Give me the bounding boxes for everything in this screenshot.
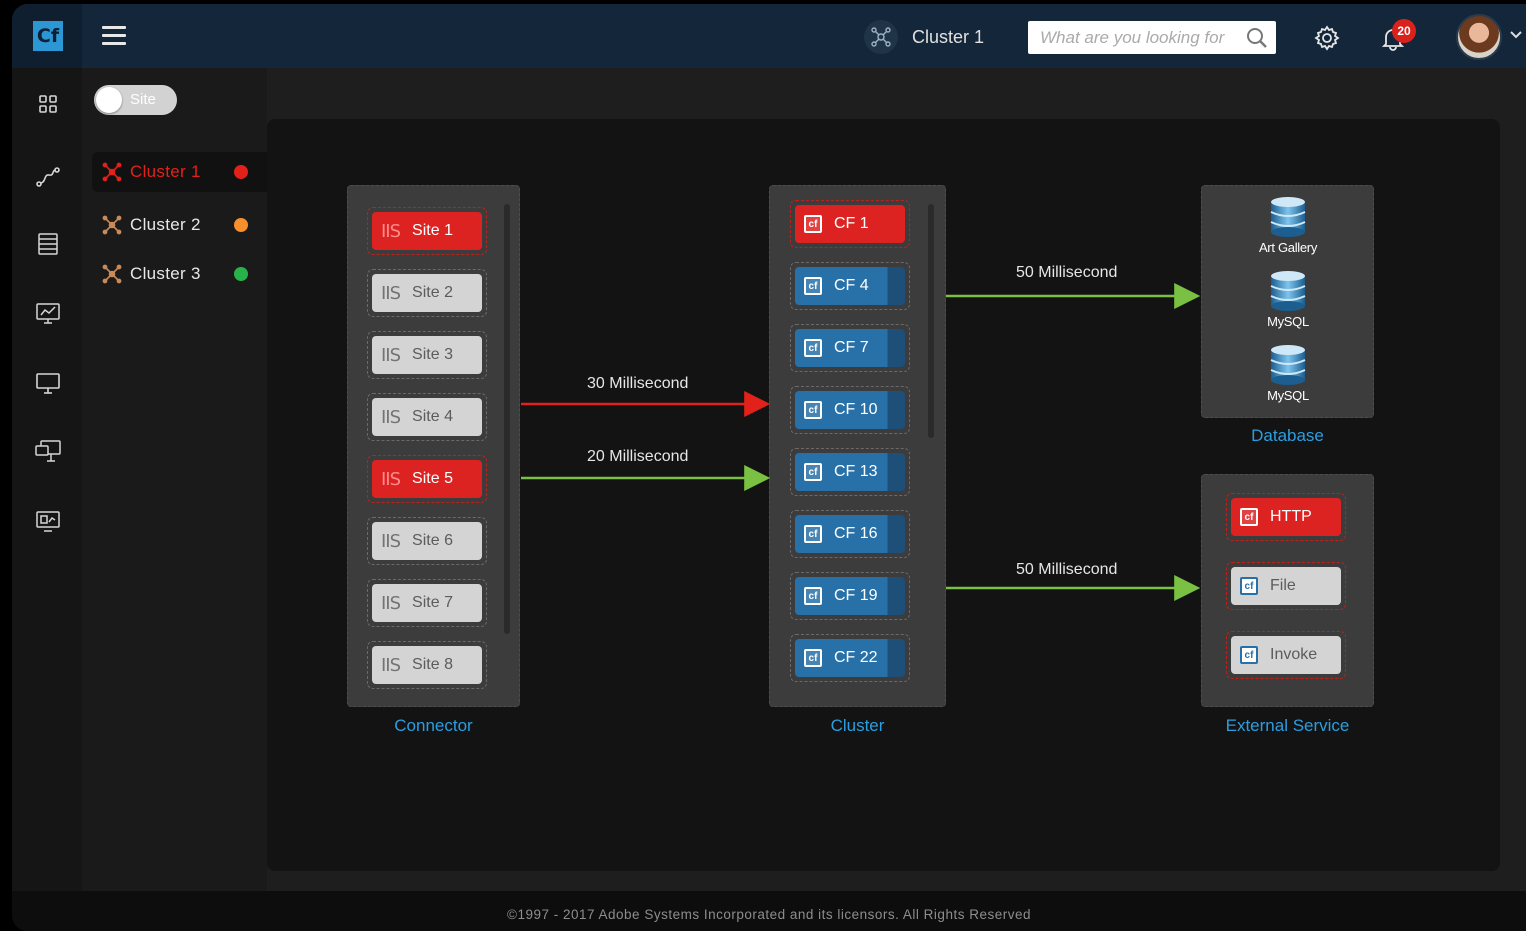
left-icon-rail	[12, 68, 82, 891]
search-input[interactable]	[1028, 27, 1238, 48]
logo-area: Cf	[12, 4, 82, 68]
cluster-selector[interactable]: Cluster 1	[864, 20, 984, 54]
toggle-knob	[96, 87, 122, 113]
coldfusion-logo[interactable]: Cf	[33, 21, 63, 51]
notification-badge: 20	[1392, 19, 1416, 43]
avatar[interactable]	[1456, 14, 1502, 60]
external-link-label: 50 Millisecond	[1016, 561, 1118, 578]
search-icon[interactable]	[1246, 27, 1268, 49]
status-dot	[234, 218, 248, 232]
topology-canvas: IIS Site 1 IIS Site 2 IIS Site 3 IIS Site 4 IIS S…	[267, 119, 1500, 871]
cluster-node-icon	[102, 264, 122, 284]
current-cluster-label: Cluster 1	[912, 26, 985, 47]
chevron-down-icon[interactable]	[1510, 30, 1522, 40]
display-network-icon[interactable]	[34, 438, 62, 466]
footer: ©1997 - 2017 Adobe Systems Incorporated …	[12, 891, 1526, 931]
cluster-panel: Site Cluster 1 Cluster 2 Cluster 3	[82, 68, 267, 891]
cluster-network-icon	[864, 20, 898, 54]
cluster-item[interactable]: Cluster 3	[92, 254, 267, 294]
toggle-label: Site	[130, 91, 156, 108]
database-link-label: 50 Millisecond	[1016, 264, 1118, 281]
cluster-item[interactable]: Cluster 1	[92, 152, 267, 192]
cluster-item[interactable]: Cluster 2	[92, 205, 267, 245]
status-dot	[234, 267, 248, 281]
site-toggle[interactable]: Site	[94, 85, 177, 115]
gear-icon[interactable]	[1314, 25, 1340, 51]
slow-link-label: 30 Millisecond	[587, 375, 689, 392]
connector-route-icon[interactable]	[34, 163, 62, 191]
dashboard-icon[interactable]	[34, 90, 62, 118]
cluster-node-icon	[102, 215, 122, 235]
monitor-analytics-icon[interactable]	[34, 508, 62, 536]
display-icon[interactable]	[34, 370, 62, 398]
cluster-name: Cluster 3	[130, 264, 201, 283]
cluster-name: Cluster 1	[130, 162, 201, 181]
monitor-chart-icon[interactable]	[34, 300, 62, 328]
link-arrows	[521, 283, 1201, 601]
cluster-name: Cluster 2	[130, 215, 201, 234]
server-list-icon[interactable]	[34, 230, 62, 258]
top-header: Cf Cluster 1 20	[12, 4, 1526, 68]
cluster-node-icon	[102, 162, 122, 182]
app-frame: Cf Cluster 1 20	[12, 4, 1526, 931]
status-dot	[234, 165, 248, 179]
search-bar	[1028, 21, 1276, 54]
fast-link-label: 20 Millisecond	[587, 448, 689, 465]
menu-icon[interactable]	[102, 26, 126, 46]
